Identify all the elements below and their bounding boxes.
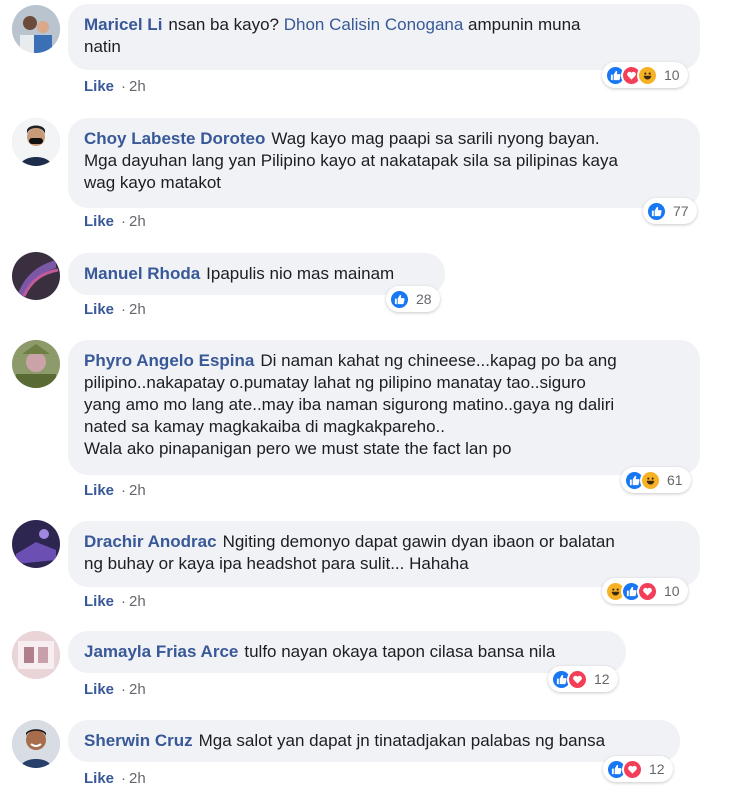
like-button[interactable]: Like [84, 593, 114, 610]
like-reaction-icon [389, 288, 410, 310]
like-button[interactable]: Like [84, 681, 114, 698]
comment-text: Mga salot yan dapat jn tinatadjakan pala… [198, 731, 606, 750]
comment-text: ng buhay or kaya ipa headshot para sulit… [84, 554, 469, 573]
reaction-icons [551, 668, 588, 690]
reaction-count: 10 [664, 67, 680, 83]
avatar[interactable] [12, 118, 60, 166]
love-reaction-icon [622, 758, 643, 780]
comment-time[interactable]: 2h [129, 213, 146, 230]
comment-author[interactable]: Choy Labeste Doroteo [84, 129, 265, 148]
comment-bubble: Choy Labeste Doroteo Wag kayo mag paapi s… [68, 118, 700, 208]
reaction-count: 61 [667, 472, 683, 488]
comment-author[interactable]: Drachir Anodrac [84, 532, 217, 551]
like-button[interactable]: Like [84, 301, 114, 318]
comment-time[interactable]: 2h [129, 301, 146, 318]
reaction-icons [389, 288, 410, 310]
reaction-summary[interactable]: 28 [386, 286, 440, 312]
comment-text: natin [84, 37, 121, 56]
separator-dot: · [121, 593, 127, 610]
like-reaction-icon [646, 200, 667, 222]
comment-text: nated sa kamay magkakaiba di magkakpareh… [84, 417, 445, 436]
comment-bubble: Maricel Li nsan ba kayo? Dhon Calisin Con… [68, 4, 700, 70]
comment-text: tulfo nayan okaya tapon cilasa bansa nil… [244, 642, 556, 661]
reaction-count: 28 [416, 291, 432, 307]
avatar[interactable] [12, 340, 60, 388]
love-reaction-icon [567, 668, 588, 690]
comment-text: Ipapulis nio mas mainam [206, 264, 395, 283]
comment-text: Ngiting demonyo dapat gawin dyan ibaon o… [222, 532, 615, 551]
comment-meta: Like · 2h [84, 78, 146, 95]
comment-meta: Like · 2h [84, 593, 146, 610]
reaction-icons [605, 580, 658, 602]
avatar[interactable] [12, 520, 60, 568]
like-button[interactable]: Like [84, 482, 114, 499]
comment-meta: Like · 2h [84, 482, 146, 499]
comment-time[interactable]: 2h [129, 681, 146, 698]
separator-dot: · [121, 213, 127, 230]
reaction-summary[interactable]: 61 [621, 467, 691, 493]
comment-author[interactable]: Sherwin Cruz [84, 731, 193, 750]
love-reaction-icon [637, 580, 658, 602]
comment-text: yang amo mo lang ate..may iba naman sigu… [84, 395, 615, 414]
avatar[interactable] [12, 5, 60, 53]
reaction-icons [605, 64, 658, 86]
reaction-summary[interactable]: 12 [603, 756, 673, 782]
reaction-summary[interactable]: 77 [643, 198, 697, 224]
reaction-summary[interactable]: 10 [602, 578, 688, 604]
haha-reaction-icon [640, 469, 661, 491]
comment-bubble: Drachir Anodrac Ngiting demonyo dapat gaw… [68, 521, 700, 587]
comment-meta: Like · 2h [84, 681, 146, 698]
comment-text: Di naman kahat ng chineese...kapag po ba… [260, 351, 617, 370]
comment-author[interactable]: Manuel Rhoda [84, 264, 200, 283]
reaction-summary[interactable]: 10 [602, 62, 688, 88]
comment-author[interactable]: Phyro Angelo Espina [84, 351, 254, 370]
comment-author[interactable]: Jamayla Frias Arce [84, 642, 238, 661]
comment-time[interactable]: 2h [129, 593, 146, 610]
haha-reaction-icon [637, 64, 658, 86]
comment-author[interactable]: Maricel Li [84, 15, 162, 34]
reaction-count: 77 [673, 203, 689, 219]
comment-text: wag kayo matakot [84, 173, 222, 192]
separator-dot: · [121, 78, 127, 95]
reaction-summary[interactable]: 12 [548, 666, 618, 692]
comment-time[interactable]: 2h [129, 482, 146, 499]
comment-text: pilipino..nakapatay o.pumatay lahat ng p… [84, 373, 586, 392]
comment-text: Wag kayo mag paapi sa sarili nyong bayan… [271, 129, 600, 148]
comment-meta: Like · 2h [84, 301, 146, 318]
reaction-count: 10 [664, 583, 680, 599]
comment-text: Mga dayuhan lang yan Pilipino kayo at na… [84, 151, 618, 170]
comment-text: Wala ako pinapanigan pero we must state … [84, 439, 512, 458]
comment-time[interactable]: 2h [129, 770, 146, 787]
comment-bubble: Jamayla Frias Arce tulfo nayan okaya tapo… [68, 631, 626, 673]
separator-dot: · [121, 681, 127, 698]
comment-time[interactable]: 2h [129, 78, 146, 95]
reaction-count: 12 [594, 671, 610, 687]
avatar[interactable] [12, 720, 60, 768]
comment-meta: Like · 2h [84, 213, 146, 230]
comment-bubble: Sherwin Cruz Mga salot yan dapat jn tinat… [68, 720, 680, 762]
avatar[interactable] [12, 631, 60, 679]
avatar[interactable] [12, 252, 60, 300]
comment-text: ampunin muna [468, 15, 581, 34]
like-button[interactable]: Like [84, 770, 114, 787]
reaction-icons [624, 469, 661, 491]
reaction-count: 12 [649, 761, 665, 777]
reaction-icons [646, 200, 667, 222]
comment-meta: Like · 2h [84, 770, 146, 787]
separator-dot: · [121, 301, 127, 318]
comments-list: Maricel Li nsan ba kayo? Dhon Calisin Con… [0, 0, 750, 797]
separator-dot: · [121, 770, 127, 787]
comment-text: nsan ba kayo? [168, 15, 280, 34]
separator-dot: · [121, 482, 127, 499]
comment-bubble: Phyro Angelo Espina Di naman kahat ng chi… [68, 340, 700, 475]
like-button[interactable]: Like [84, 78, 114, 95]
like-button[interactable]: Like [84, 213, 114, 230]
mention-link[interactable]: Dhon Calisin Conogana [284, 15, 464, 34]
reaction-icons [606, 758, 643, 780]
